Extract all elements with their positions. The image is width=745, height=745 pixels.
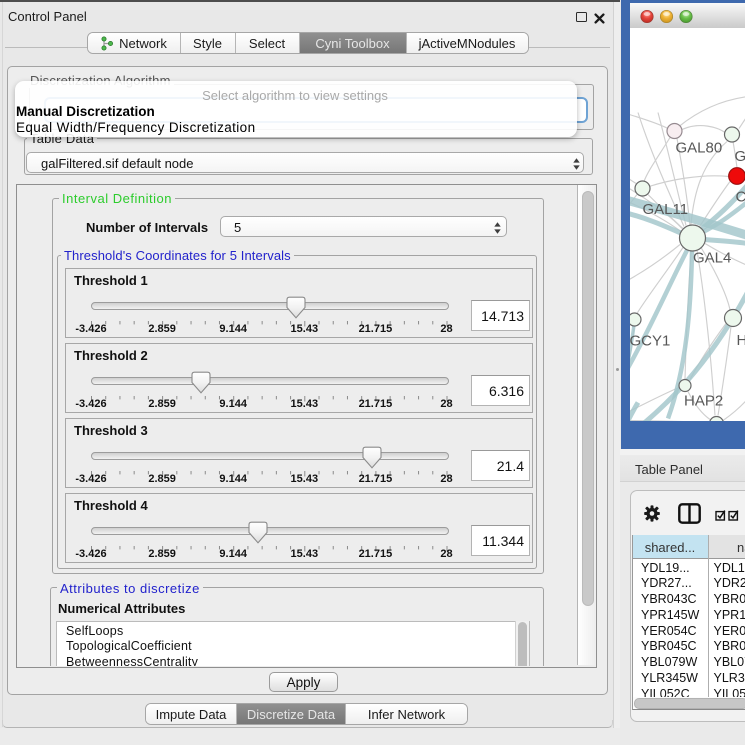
svg-text:HAP2: HAP2 bbox=[684, 392, 723, 409]
svg-text:H: H bbox=[737, 332, 745, 349]
svg-text:GAL11: GAL11 bbox=[643, 201, 689, 218]
svg-text:GAL80: GAL80 bbox=[676, 139, 723, 156]
svg-text:GCY1: GCY1 bbox=[630, 332, 670, 349]
svg-text:GA: GA bbox=[735, 148, 745, 165]
svg-text:CO: CO bbox=[736, 188, 745, 205]
svg-text:GAL4: GAL4 bbox=[693, 249, 731, 266]
